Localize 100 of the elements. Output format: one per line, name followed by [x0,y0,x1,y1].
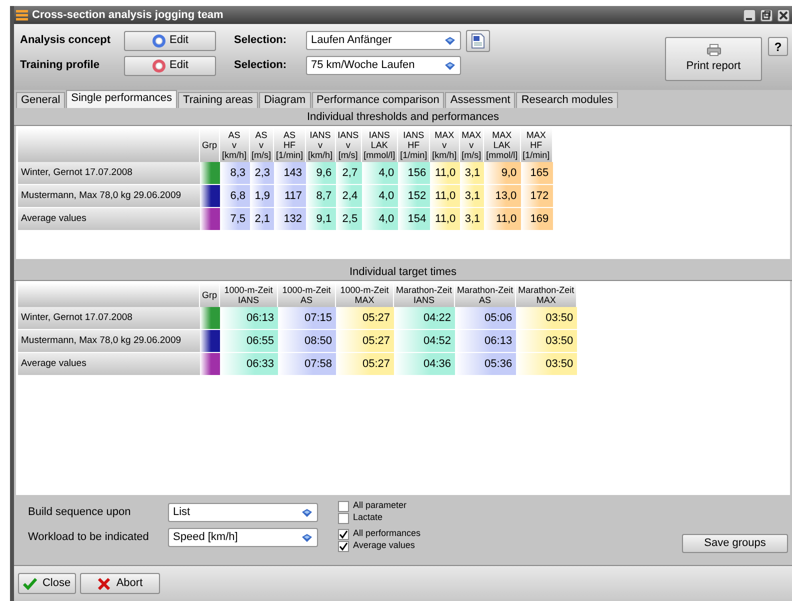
document-icon [471,32,485,48]
table-cell: 13,0 [484,185,521,208]
table-cell: 07:58 [278,353,336,376]
table-cell: 169 [520,208,553,231]
table-cell: 06:33 [220,353,278,376]
table-cell: 04:36 [394,353,456,376]
tab[interactable]: Assessment [445,92,516,108]
group-color-swatch[interactable] [200,162,220,185]
table-cell: 08:50 [278,330,336,353]
table-cell: 9,1 [306,208,336,231]
selection-dropdown[interactable]: Laufen Anfänger [306,31,461,50]
field-label: Analysis concept [20,33,112,48]
table-cell: 04:22 [394,307,456,330]
table-cell: 06:13 [220,307,278,330]
column-header: Marathon-Zeit MAX [516,283,578,307]
table-cell: 05:06 [455,307,516,330]
checkbox-label: Average values [353,539,415,552]
print-button[interactable]: Print report [665,37,762,81]
table-cell: 154 [398,208,430,231]
checkbox-label: All performances [353,527,421,540]
option-dropdown[interactable]: List [168,503,318,522]
table-cell: 3,1 [460,185,484,208]
table-cell: 3,1 [460,162,484,185]
column-header: Marathon-Zeit IANS [394,283,456,307]
column-header: MAX HF [1/min] [520,128,553,162]
edit-button[interactable]: Edit [124,30,216,50]
column-header: IANS LAK [mmol/l] [362,128,398,162]
column-header: AS HF [1/min] [274,128,306,162]
table-cell: 2,5 [336,208,362,231]
column-header: AS v [km/h] [220,128,250,162]
table-cell: 03:50 [516,330,578,353]
column-header: Grp [200,128,220,162]
table-cell: 3,1 [460,208,484,231]
table-cell: 117 [274,185,306,208]
table-cell: 7,5 [220,208,250,231]
dropdown-arrow-icon [301,532,313,542]
column-header: 1000-m-Zeit MAX [336,283,394,307]
checkbox[interactable] [338,500,349,512]
checkbox[interactable] [338,512,349,524]
checkbox-label: All parameter [353,499,407,512]
printer-icon [706,44,720,56]
table-cell: 152 [398,185,430,208]
row-header: Mustermann, Max 78,0 kg 29.06.2009 [18,330,200,353]
table-cell: 11,0 [430,162,460,185]
table-cell: 05:27 [336,307,394,330]
table-cell: 2,4 [336,185,362,208]
selection-dropdown[interactable]: 75 km/Woche Laufen [306,56,461,75]
abort-button[interactable]: Abort [80,573,160,594]
group-color-swatch[interactable] [200,208,220,231]
table-cell: 9,0 [484,162,521,185]
field-label: Selection: [234,33,288,48]
column-header: MAX v [km/h] [430,128,460,162]
restore-icon [760,8,773,22]
table-cell: 4,0 [362,208,398,231]
option-dropdown[interactable]: Speed [km/h] [168,528,318,547]
table-cell: 05:27 [336,330,394,353]
column-header: 1000-m-Zeit IANS [220,283,278,307]
close-icon [777,8,790,22]
group-color-swatch[interactable] [200,185,220,208]
checkbox[interactable] [338,540,349,552]
tab[interactable]: Research modules [516,92,618,108]
column-header: IANS v [km/h] [306,128,336,162]
group-color-swatch[interactable] [200,330,220,353]
table-cell: 6,8 [220,185,250,208]
checkbox[interactable] [338,528,349,540]
save-groups-button[interactable]: Save groups [682,534,788,553]
table-cell: 11,0 [484,208,521,231]
field-label: Workload to be indicated [28,530,150,546]
table-cell: 2,3 [250,162,274,185]
table-cell: 156 [398,162,430,185]
tab[interactable]: General [16,92,66,108]
document-button[interactable] [466,30,490,52]
tab[interactable]: Diagram [258,92,311,108]
table-cell: 11,0 [430,185,460,208]
tab[interactable]: Performance comparison [312,92,444,108]
field-label: Selection: [234,58,288,74]
checkbox-label: Lactate [353,511,383,524]
table-cell: 03:50 [516,307,578,330]
table-cell: 172 [520,185,553,208]
tab[interactable]: Single performances [66,90,178,108]
close-button[interactable]: Close [18,573,76,594]
table-cell: 2,1 [250,208,274,231]
table-cell: 143 [274,162,306,185]
row-header: Winter, Gernot 17.07.2008 [18,162,200,185]
table-cell: 05:36 [455,353,516,376]
group-color-swatch[interactable] [200,353,220,376]
window-title: Cross-section analysis jogging team [32,8,224,23]
dropdown-arrow-icon [301,508,313,518]
menu-icon [16,9,28,21]
table-cell: 07:15 [278,307,336,330]
help-button[interactable]: ? [768,37,788,56]
table-cell: 11,0 [430,208,460,231]
column-header: IANS HF [1/min] [398,128,430,162]
table-cell: 8,7 [306,185,336,208]
table-cell: 05:27 [336,353,394,376]
edit-button[interactable]: Edit [124,56,216,76]
tab[interactable]: Training areas [178,92,258,108]
group-color-swatch[interactable] [200,307,220,330]
column-header: IANS v [m/s] [336,128,362,162]
table-cell: 4,0 [362,162,398,185]
